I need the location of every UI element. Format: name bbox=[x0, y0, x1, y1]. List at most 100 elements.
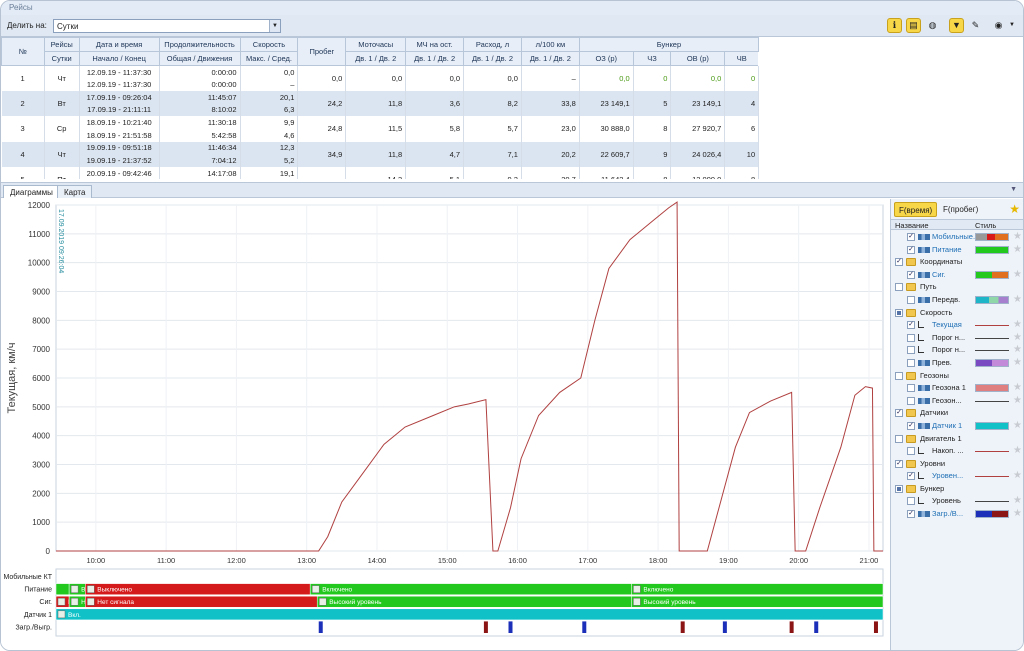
table-row[interactable]: 5Пт20.09.19 - 09:42:4614:17:0819,1 14,35,… bbox=[1, 167, 1023, 179]
cell-mh[interactable]: 11,8 bbox=[345, 141, 407, 167]
tab-diagrams[interactable]: Диаграммы bbox=[3, 185, 60, 198]
series-label[interactable]: Координаты bbox=[920, 257, 962, 266]
series-style-swatch[interactable] bbox=[975, 350, 1009, 352]
series-checkbox[interactable]: ✓ bbox=[907, 421, 915, 430]
tab-f-time[interactable]: F(время) bbox=[894, 202, 938, 217]
cell-end[interactable]: 19.09.19 - 21:37:52 bbox=[79, 154, 160, 167]
cell-moving[interactable]: 0:00:00 bbox=[159, 78, 241, 91]
series-item[interactable]: Накоп. ... ★ bbox=[891, 445, 1023, 458]
col-duration-sub[interactable]: Общая / Движения bbox=[158, 51, 241, 66]
cell-per100[interactable]: 20,2 bbox=[521, 141, 580, 167]
load-unload-mark[interactable] bbox=[483, 621, 488, 633]
cell-chv[interactable]: 0 bbox=[724, 65, 760, 91]
star-icon[interactable]: ★ bbox=[1013, 420, 1022, 431]
cell-chv[interactable]: 8 bbox=[724, 167, 760, 179]
star-icon[interactable]: ★ bbox=[1013, 319, 1022, 330]
cell-cons[interactable]: 8,2 bbox=[463, 90, 522, 117]
col-ov[interactable]: ОВ (р) bbox=[670, 51, 726, 66]
series-checkbox[interactable] bbox=[895, 308, 903, 317]
series-item[interactable]: Геозоны bbox=[891, 370, 1023, 383]
series-label[interactable]: Сиг. bbox=[932, 270, 946, 279]
series-item[interactable]: ✓ Координаты bbox=[891, 256, 1023, 269]
series-style-swatch[interactable] bbox=[975, 384, 1009, 393]
series-label[interactable]: Порог н... bbox=[932, 333, 965, 342]
cell-ov[interactable]: 24 026,4 bbox=[670, 141, 726, 167]
series-checkbox[interactable] bbox=[907, 497, 915, 506]
cell-per100[interactable]: 23,0 bbox=[521, 116, 580, 142]
col-mh-idle[interactable]: МЧ на ост. bbox=[405, 37, 465, 52]
series-style-swatch[interactable] bbox=[975, 270, 1009, 279]
cell-day[interactable]: Чт bbox=[44, 141, 80, 167]
cell-end[interactable]: 17.09.19 - 21:11:11 bbox=[79, 103, 160, 117]
col-speed-sub[interactable]: Макс. / Сред. bbox=[239, 51, 299, 66]
cell-cons[interactable]: 9,2 bbox=[463, 167, 522, 179]
series-checkbox[interactable] bbox=[907, 346, 915, 355]
series-item[interactable]: Передв. ★ bbox=[891, 294, 1023, 307]
star-icon[interactable]: ★ bbox=[1013, 382, 1022, 393]
series-label[interactable]: Двигатель 1 bbox=[920, 434, 962, 443]
series-item[interactable]: ✓ Мобильные... ★ bbox=[891, 231, 1023, 244]
track-segment[interactable] bbox=[309, 583, 632, 595]
star-icon[interactable]: ★ bbox=[1013, 508, 1022, 519]
cell-mileage[interactable] bbox=[297, 167, 347, 179]
series-checkbox[interactable] bbox=[895, 283, 903, 292]
tab-f-mileage[interactable]: F(пробег) bbox=[939, 202, 982, 217]
series-style-swatch[interactable] bbox=[975, 325, 1009, 327]
cell-start[interactable]: 18.09.19 - 10:21:40 bbox=[79, 116, 160, 129]
cell-ov[interactable]: 27 920,7 bbox=[670, 116, 726, 142]
series-label[interactable]: Прев. bbox=[932, 358, 952, 367]
cell-chv[interactable]: 10 bbox=[724, 141, 760, 167]
cell-ov[interactable]: 12 099,0 bbox=[670, 167, 726, 179]
series-label[interactable]: Питание bbox=[932, 245, 962, 254]
cell-per100[interactable]: 33,8 bbox=[521, 90, 580, 117]
series-label[interactable]: Текущая bbox=[932, 320, 962, 329]
series-label[interactable]: Геозона 1 bbox=[932, 383, 966, 392]
cell-mh[interactable]: 11,8 bbox=[345, 90, 407, 117]
table-icon[interactable]: ▤ bbox=[906, 18, 921, 33]
series-style-swatch[interactable] bbox=[975, 451, 1009, 453]
cell-no[interactable]: 3 bbox=[1, 116, 45, 142]
series-label[interactable]: Мобильные... bbox=[932, 232, 979, 241]
table-row[interactable]: 4 Чт 19.09.19 - 09:51:18 11:46:34 12,3 34,9 11… bbox=[1, 141, 1023, 167]
series-label[interactable]: Геозоны bbox=[920, 371, 949, 380]
col-motohours[interactable]: Моточасы bbox=[345, 37, 407, 52]
series-label[interactable]: Датчики bbox=[920, 408, 948, 417]
cell-oz[interactable]: 23 149,1 bbox=[579, 90, 634, 117]
cell-no[interactable]: 2 bbox=[1, 90, 45, 117]
cell-chz[interactable]: 0 bbox=[633, 65, 672, 91]
series-item[interactable]: Путь bbox=[891, 281, 1023, 294]
cell-total[interactable]: 14:17:08 bbox=[159, 167, 241, 179]
load-unload-mark[interactable] bbox=[508, 621, 513, 633]
series-item[interactable]: Бункер bbox=[891, 483, 1023, 496]
series-item[interactable]: Геозона 1 ★ bbox=[891, 382, 1023, 395]
series-label[interactable]: Датчик 1 bbox=[932, 421, 962, 430]
series-checkbox[interactable] bbox=[895, 371, 903, 380]
star-icon[interactable]: ★ bbox=[1013, 357, 1022, 368]
series-checkbox[interactable] bbox=[907, 384, 915, 393]
table-row[interactable]: 3 Ср 18.09.19 - 10:21:40 11:30:18 9,9 24,8 11,… bbox=[1, 116, 1023, 142]
series-label[interactable]: Скорость bbox=[920, 308, 952, 317]
series-item[interactable]: Геозон... ★ bbox=[891, 395, 1023, 408]
series-item[interactable]: Скорость bbox=[891, 307, 1023, 320]
cell-day[interactable]: Ср bbox=[44, 116, 80, 142]
series-checkbox[interactable]: ✓ bbox=[895, 409, 903, 418]
cell-cons[interactable]: 7,1 bbox=[463, 141, 522, 167]
series-checkbox[interactable] bbox=[907, 358, 915, 367]
series-style-swatch[interactable] bbox=[975, 476, 1009, 478]
series-checkbox[interactable] bbox=[907, 396, 915, 405]
cell-moving[interactable]: 8:10:02 bbox=[159, 103, 241, 117]
col-per100[interactable]: л/100 км bbox=[520, 37, 580, 52]
star-icon[interactable]: ★ bbox=[1013, 231, 1022, 242]
series-style-swatch[interactable] bbox=[975, 245, 1009, 254]
series-label[interactable]: Уровен... bbox=[932, 471, 963, 480]
arrow-icon[interactable]: ◉ bbox=[991, 18, 1006, 33]
cell-cons[interactable]: 0,0 bbox=[463, 65, 522, 91]
star-icon[interactable]: ★ bbox=[1013, 332, 1022, 343]
cell-idle[interactable]: 0,0 bbox=[405, 65, 465, 91]
cell-avg[interactable]: – bbox=[240, 78, 299, 91]
series-label[interactable]: Уровень bbox=[932, 496, 961, 505]
series-style-swatch[interactable] bbox=[975, 400, 1009, 402]
cell-oz[interactable]: 0,0 bbox=[579, 65, 634, 91]
cell-mileage[interactable]: 24,8 bbox=[297, 116, 347, 142]
col-chv[interactable]: ЧВ bbox=[724, 51, 760, 66]
